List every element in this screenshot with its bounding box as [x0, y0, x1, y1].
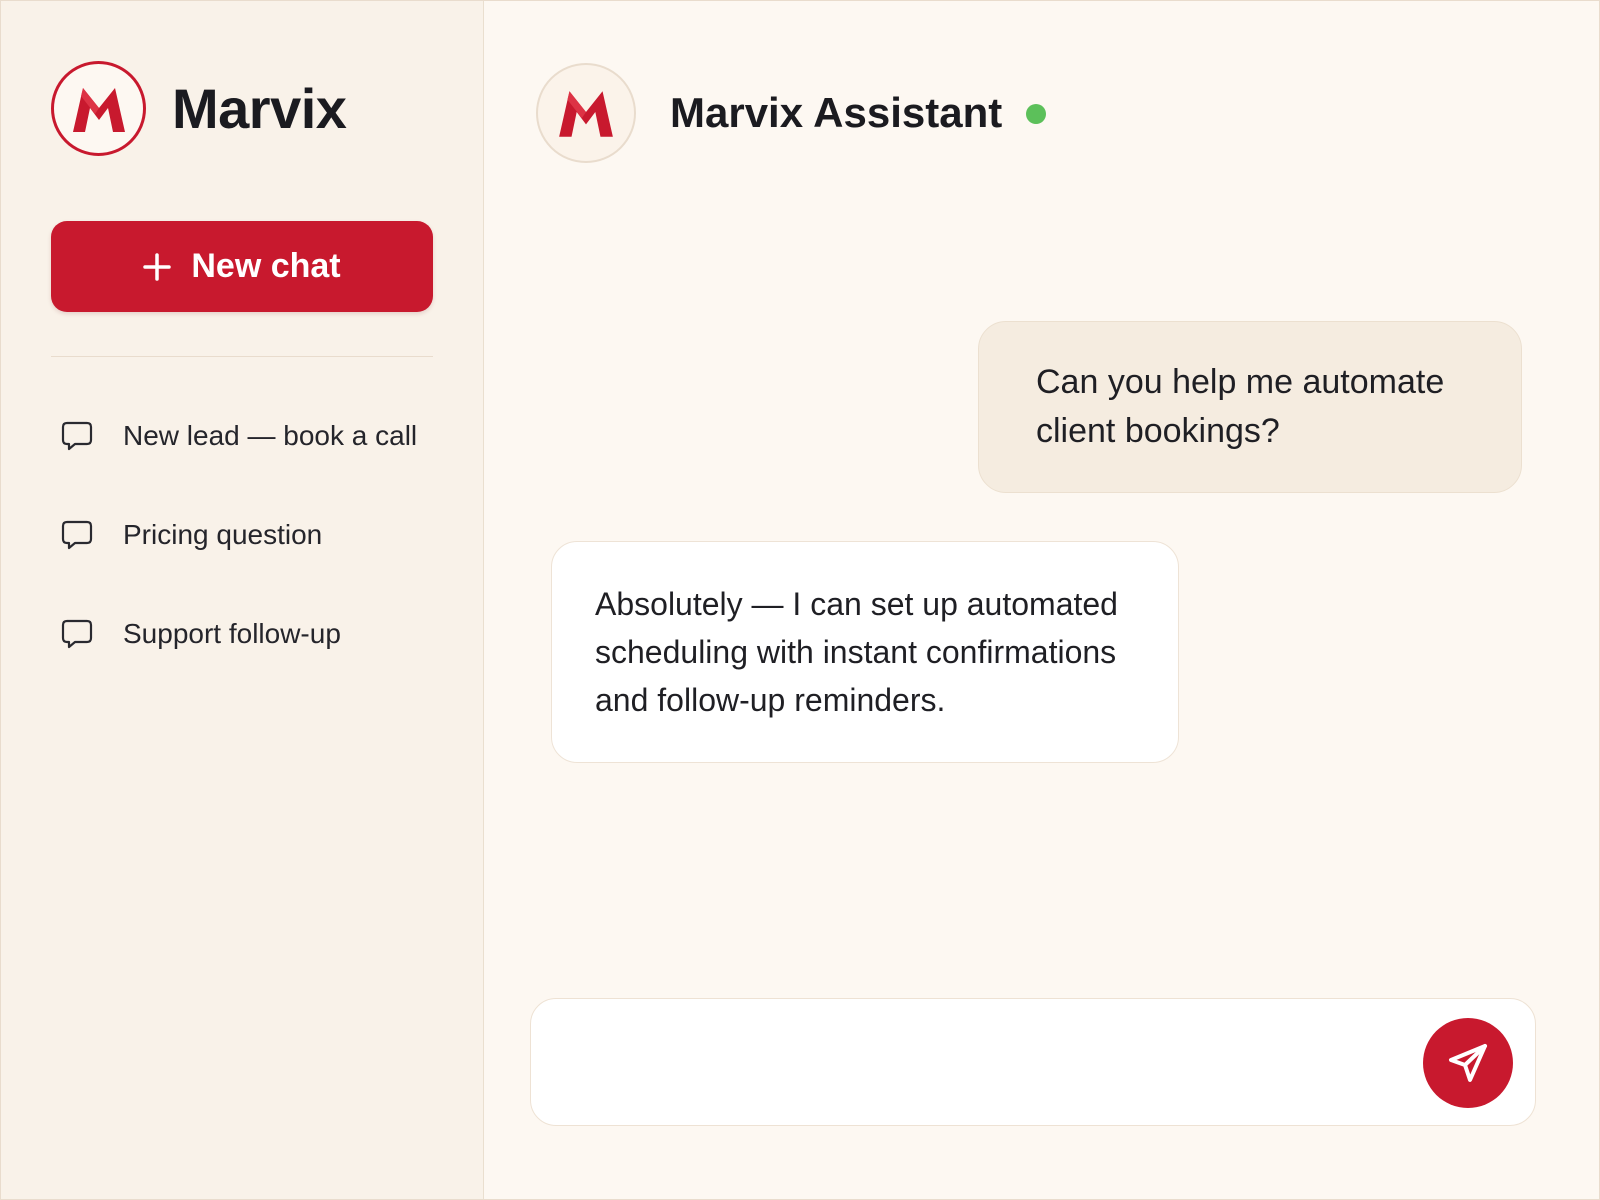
app-window: Marvix New chat New lead — book a call P…	[0, 0, 1600, 1200]
new-chat-button[interactable]: New chat	[51, 221, 433, 312]
online-status-dot	[1026, 104, 1047, 124]
user-message-bubble: Can you help me automate client bookings…	[978, 321, 1522, 493]
sidebar-divider	[51, 356, 433, 357]
brand: Marvix	[51, 61, 347, 156]
brand-name: Marvix	[172, 77, 347, 140]
assistant-message-bubble: Absolutely — I can set up automated sche…	[551, 541, 1179, 763]
message-input[interactable]	[561, 1033, 1381, 1093]
marvix-logo	[51, 61, 146, 156]
chat-bubble-icon	[61, 520, 93, 550]
message-composer	[530, 998, 1536, 1126]
chat-bubble-icon	[61, 619, 93, 649]
send-icon	[1449, 1044, 1487, 1082]
send-button[interactable]	[1423, 1018, 1513, 1108]
history-item-label: Pricing question	[123, 519, 323, 550]
plus-icon	[143, 252, 172, 281]
chat-bubble-icon	[61, 421, 93, 451]
chat-main: Marvix Assistant Can you help me automat…	[484, 1, 1599, 1199]
assistant-avatar	[536, 63, 636, 163]
chat-header: Marvix Assistant	[536, 63, 1047, 163]
new-chat-label: New chat	[191, 247, 341, 285]
history-item-label: New lead — book a call	[123, 420, 418, 451]
chat-history-list: New lead — book a call Pricing question …	[61, 411, 441, 708]
history-item-label: Support follow-up	[123, 618, 341, 649]
assistant-name: Marvix Assistant	[670, 89, 1003, 136]
m-logo-icon	[559, 91, 613, 137]
history-item-support[interactable]: Support follow-up	[61, 609, 441, 659]
history-item-new-lead[interactable]: New lead — book a call	[61, 411, 441, 461]
history-item-pricing[interactable]: Pricing question	[61, 510, 441, 560]
sidebar: Marvix New chat New lead — book a call P…	[1, 1, 484, 1199]
m-logo-icon	[72, 87, 125, 132]
